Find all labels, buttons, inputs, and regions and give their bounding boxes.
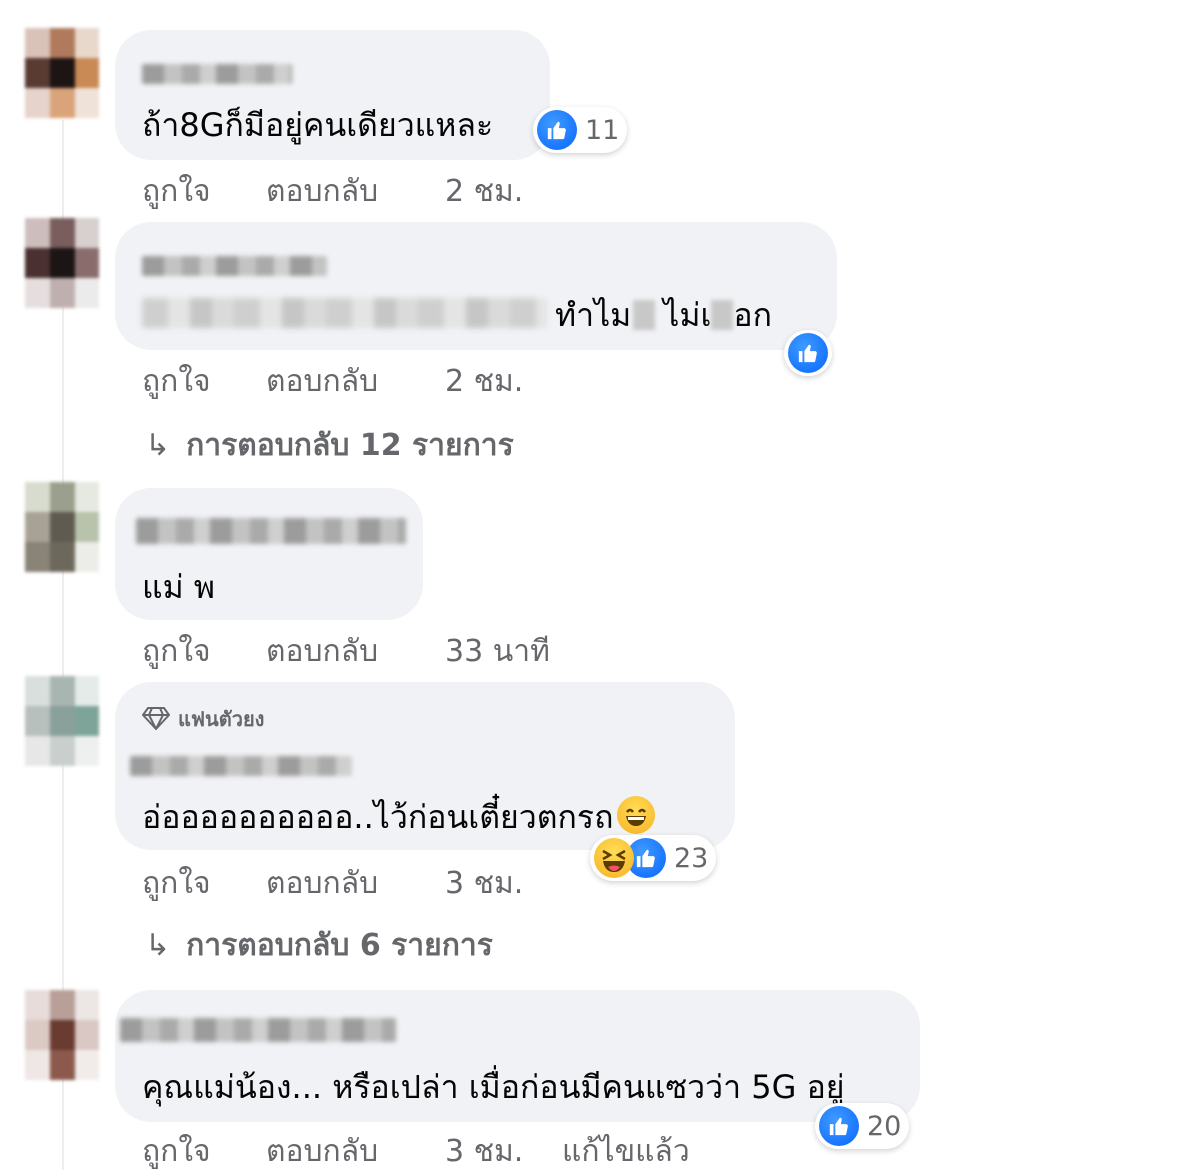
reaction-summary[interactable]: 20 — [815, 1103, 910, 1149]
avatar[interactable] — [25, 28, 99, 118]
like-icon — [537, 110, 577, 150]
avatar[interactable] — [25, 218, 99, 308]
fan-badge[interactable]: แฟนตัวยง — [142, 703, 264, 735]
comment-time[interactable]: 3 ชม. — [445, 1128, 523, 1175]
comment-time[interactable]: 2 ชม. — [445, 358, 523, 405]
comment-text: แม่ พ — [142, 568, 215, 606]
commenter-name[interactable] — [130, 756, 352, 776]
reaction-count: 11 — [585, 114, 620, 146]
comment-time[interactable]: 3 ชม. — [445, 860, 523, 907]
diamond-icon — [142, 707, 170, 730]
comment-time[interactable]: 33 นาที — [445, 628, 550, 675]
reaction-summary[interactable] — [784, 330, 832, 376]
haha-icon — [594, 838, 634, 878]
edited-label[interactable]: แก้ไขแล้ว — [562, 1128, 690, 1175]
view-replies-link[interactable]: ↳ การตอบกลับ 12 รายการ — [145, 422, 514, 469]
like-button[interactable]: ถูกใจ — [142, 358, 211, 405]
like-button[interactable]: ถูกใจ — [142, 860, 211, 907]
avatar[interactable] — [25, 482, 99, 572]
like-icon — [819, 1106, 859, 1146]
reply-button[interactable]: ตอบกลับ — [266, 1128, 378, 1175]
comment-text: อ่ออออออออออ..ไว้ก่อนเตี๋ยวตกรถ — [142, 792, 656, 843]
avatar[interactable] — [25, 676, 99, 766]
reaction-summary[interactable]: 23 — [590, 835, 717, 881]
replies-label: การตอบกลับ 6 รายการ — [186, 928, 493, 963]
reply-arrow-icon: ↳ — [145, 928, 171, 963]
like-button[interactable]: ถูกใจ — [142, 1128, 211, 1175]
replies-label: การตอบกลับ 12 รายการ — [186, 428, 514, 463]
blurred-text — [142, 298, 547, 328]
reply-arrow-icon: ↳ — [145, 428, 171, 463]
reaction-count: 20 — [867, 1110, 902, 1142]
reaction-summary[interactable]: 11 — [533, 107, 628, 153]
like-icon — [788, 333, 828, 373]
commenter-name[interactable] — [136, 518, 406, 544]
like-button[interactable]: ถูกใจ — [142, 628, 211, 675]
avatar[interactable] — [25, 990, 99, 1080]
grinning-emoji-icon — [617, 796, 656, 834]
commenter-name[interactable] — [142, 256, 327, 276]
comment-time[interactable]: 2 ชม. — [445, 168, 523, 215]
reaction-count: 23 — [674, 842, 709, 874]
reply-button[interactable]: ตอบกลับ — [266, 628, 378, 675]
comment-text: ถ้า8Gก็มีอยู่คนเดียวแหละ — [142, 106, 494, 144]
commenter-name[interactable] — [142, 64, 292, 84]
view-replies-link[interactable]: ↳ การตอบกลับ 6 รายการ — [145, 922, 493, 969]
like-button[interactable]: ถูกใจ — [142, 168, 211, 215]
reply-button[interactable]: ตอบกลับ — [266, 358, 378, 405]
reply-button[interactable]: ตอบกลับ — [266, 168, 378, 215]
reply-button[interactable]: ตอบกลับ — [266, 860, 378, 907]
comment-text: คุณแม่น้อง... หรือเปล่า เมื่อก่อนมีคนแซว… — [142, 1068, 845, 1106]
comment-text: ทำไม ไม่เ อก — [555, 296, 772, 334]
commenter-name[interactable] — [120, 1018, 396, 1042]
